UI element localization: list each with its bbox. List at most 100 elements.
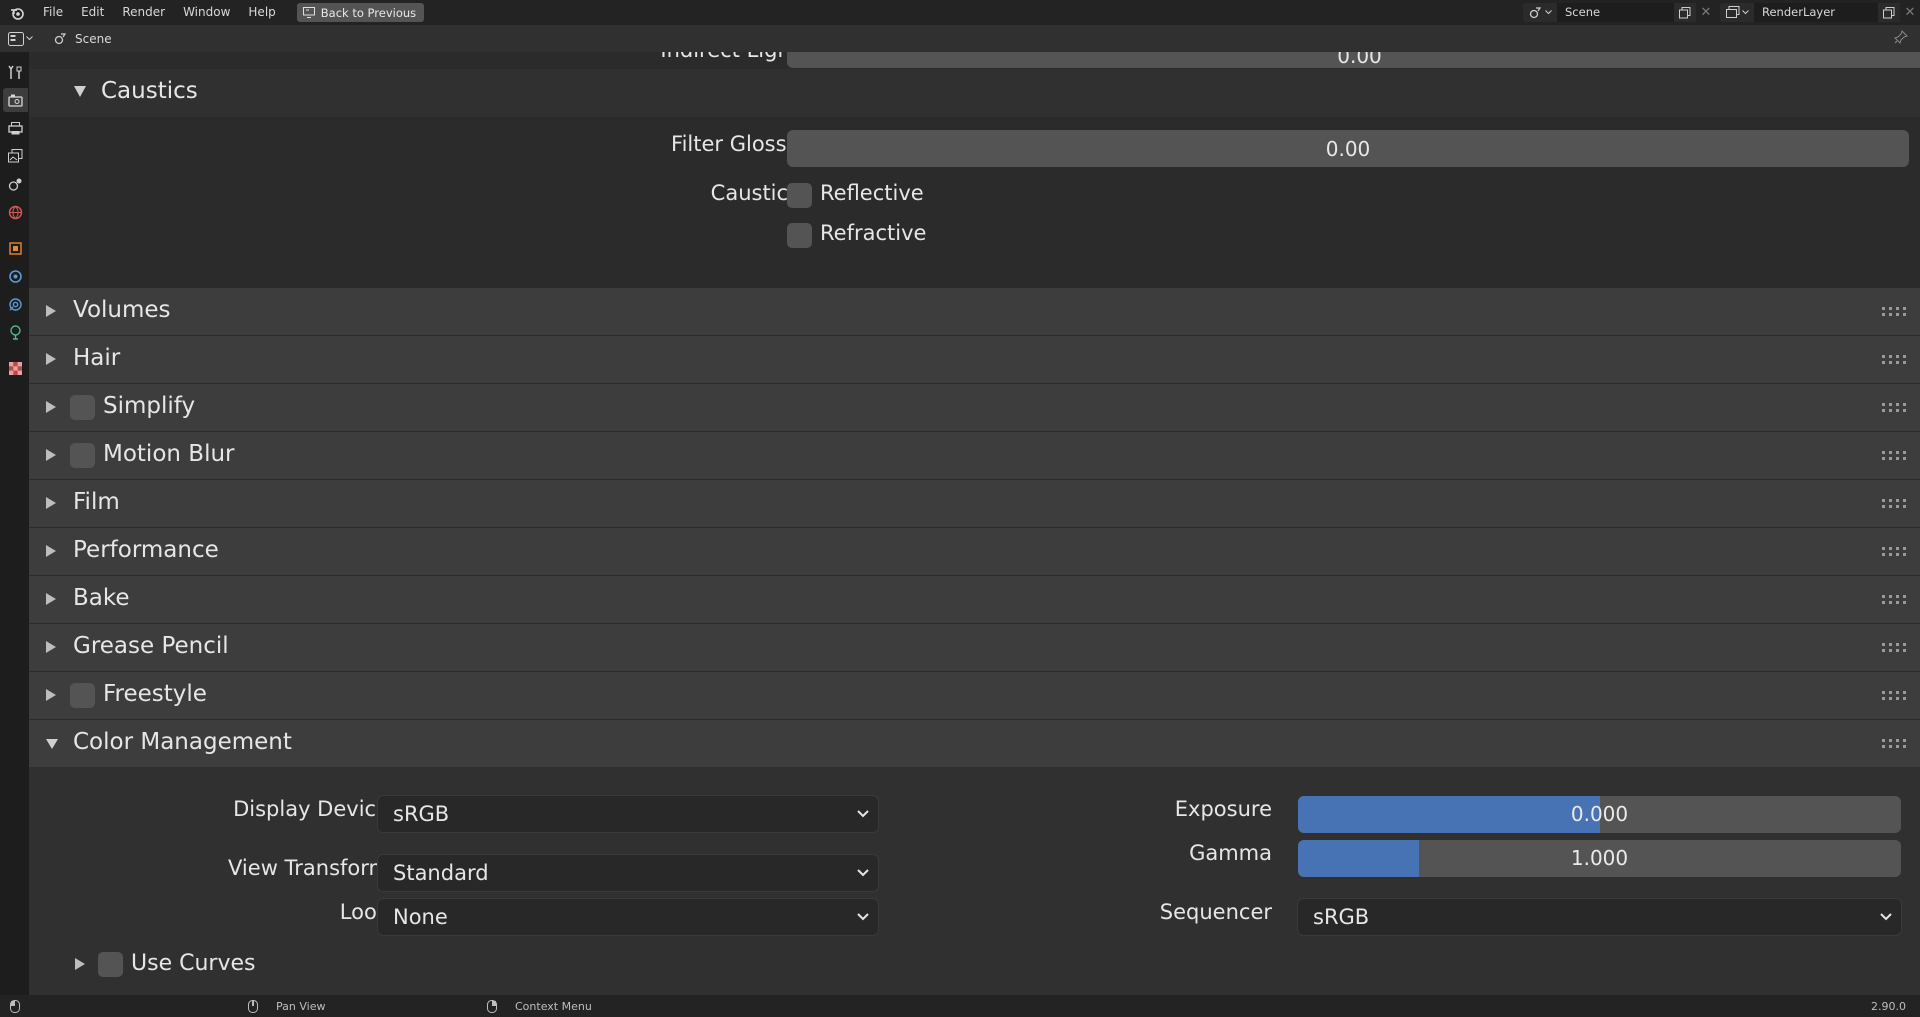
view-layer-tab-icon[interactable]: [3, 144, 28, 168]
filter-glossy-value: 0.00: [1325, 136, 1371, 161]
object-data-tab-icon[interactable]: [3, 320, 28, 344]
expand-arrow-right-icon: [46, 641, 56, 653]
display-device-dropdown[interactable]: sRGB: [377, 795, 879, 833]
expand-arrow-right-icon: [46, 689, 56, 701]
drag-handle-icon[interactable]: [1882, 546, 1910, 558]
use-curves-subpanel-header[interactable]: Use Curves: [29, 943, 1920, 987]
panel-grease-pencil[interactable]: Grease Pencil: [29, 624, 1920, 671]
output-tab-icon[interactable]: [3, 116, 28, 140]
scene-icon[interactable]: [1523, 3, 1557, 22]
panel-motion-blur[interactable]: Motion Blur: [29, 432, 1920, 479]
chevron-down-icon: [857, 913, 869, 921]
panel-performance-title: Performance: [73, 537, 219, 563]
physics-tab-icon[interactable]: [3, 292, 28, 316]
reflective-checkbox[interactable]: [787, 183, 812, 208]
modifier-tab-icon[interactable]: [3, 264, 28, 288]
scene-selector[interactable]: Scene ✕: [1523, 3, 1716, 22]
sequencer-dropdown[interactable]: sRGB: [1297, 898, 1902, 936]
look-dropdown[interactable]: None: [377, 898, 879, 936]
menu-file[interactable]: File: [34, 0, 72, 25]
expand-arrow-right-icon: [75, 958, 85, 970]
properties-editor-icon: [7, 31, 24, 46]
caustics-subpanel-header[interactable]: Caustics: [29, 69, 1920, 117]
view-transform-dropdown[interactable]: Standard: [377, 854, 879, 892]
sequencer-value: sRGB: [1313, 905, 1370, 929]
object-tab-icon[interactable]: [3, 236, 28, 260]
panel-hair-title: Hair: [73, 345, 121, 371]
filter-glossy-field[interactable]: 0.00: [787, 130, 1909, 167]
drag-handle-icon[interactable]: [1882, 450, 1910, 462]
expand-arrow-right-icon: [46, 449, 56, 461]
freestyle-checkbox[interactable]: [70, 683, 95, 708]
texture-tab-icon[interactable]: [3, 356, 28, 380]
breadcrumb: Scene: [54, 32, 112, 46]
panel-hair[interactable]: Hair: [29, 336, 1920, 383]
menu-render[interactable]: Render: [113, 0, 174, 25]
chevron-down-icon: [1880, 913, 1892, 921]
drag-handle-icon[interactable]: [1882, 642, 1910, 654]
drag-handle-icon[interactable]: [1882, 498, 1910, 510]
panel-freestyle[interactable]: Freestyle: [29, 672, 1920, 719]
view-transform-value: Standard: [393, 861, 489, 885]
drag-handle-icon[interactable]: [1882, 354, 1910, 366]
render-tab-icon[interactable]: [3, 88, 28, 112]
gamma-value: 1.000: [1570, 846, 1629, 870]
refractive-label[interactable]: Refractive: [820, 221, 926, 245]
caustics-subpanel-body: Filter Glossy 0.00 Caustics Reflective R…: [29, 117, 1920, 288]
exposure-slider[interactable]: 0.000: [1298, 796, 1901, 833]
motion-blur-checkbox[interactable]: [70, 443, 95, 468]
panel-motion-blur-title: Motion Blur: [103, 441, 235, 467]
tool-tab-icon[interactable]: [3, 60, 28, 84]
panel-grease-pencil-title: Grease Pencil: [73, 633, 229, 659]
simplify-checkbox[interactable]: [70, 395, 95, 420]
back-to-previous-label: Back to Previous: [320, 5, 417, 20]
world-tab-icon[interactable]: [3, 200, 28, 224]
panel-performance[interactable]: Performance: [29, 528, 1920, 575]
drag-handle-icon[interactable]: [1882, 402, 1910, 414]
scene-name-field[interactable]: Scene: [1557, 3, 1674, 22]
pan-view-label: Pan View: [276, 999, 326, 1013]
breadcrumb-scene: Scene: [75, 31, 112, 46]
delete-scene-icon[interactable]: ✕: [1696, 3, 1716, 22]
status-bar: Pan View Context Menu 2.90.0: [0, 995, 1920, 1017]
mouse-right-icon: [487, 999, 497, 1013]
menu-edit[interactable]: Edit: [72, 0, 113, 25]
pin-icon[interactable]: [1894, 30, 1908, 47]
panel-simplify-title: Simplify: [103, 393, 196, 419]
new-scene-icon[interactable]: [1674, 3, 1696, 22]
scene-tab-icon[interactable]: [3, 172, 28, 196]
view-transform-label: View Transform: [228, 856, 389, 880]
view-layer-selector[interactable]: RenderLayer ✕: [1720, 3, 1920, 22]
indirect-light-field[interactable]: 0.00: [787, 52, 1920, 68]
menu-window[interactable]: Window: [174, 0, 239, 25]
panel-simplify[interactable]: Simplify: [29, 384, 1920, 431]
drag-handle-icon[interactable]: [1882, 690, 1910, 702]
view-layer-name-field[interactable]: RenderLayer: [1754, 3, 1878, 22]
properties-editor-header: Scene: [0, 25, 1920, 52]
use-curves-checkbox[interactable]: [98, 952, 123, 977]
panel-color-management[interactable]: Color Management: [29, 720, 1920, 767]
gamma-slider[interactable]: 1.000: [1298, 840, 1901, 877]
blender-logo-icon[interactable]: [0, 0, 34, 25]
menu-help[interactable]: Help: [239, 0, 284, 25]
expand-arrow-right-icon: [46, 545, 56, 557]
color-management-body: Display Device sRGB View Transform Stand…: [29, 767, 1920, 995]
panel-volumes-title: Volumes: [73, 297, 171, 323]
reflective-label[interactable]: Reflective: [820, 181, 924, 205]
panel-volumes[interactable]: Volumes: [29, 288, 1920, 335]
editor-type-menu[interactable]: [0, 28, 40, 50]
new-view-layer-icon[interactable]: [1878, 3, 1900, 22]
delete-view-layer-icon[interactable]: ✕: [1900, 3, 1920, 22]
drag-handle-icon[interactable]: [1882, 738, 1910, 750]
use-curves-label: Use Curves: [131, 951, 256, 976]
indirect-light-label: Indirect Light: [660, 52, 799, 62]
caustics-label: Caustics: [710, 181, 799, 205]
drag-handle-icon[interactable]: [1882, 594, 1910, 606]
panel-bake[interactable]: Bake: [29, 576, 1920, 623]
back-to-previous-button[interactable]: Back to Previous: [296, 3, 425, 22]
panel-film[interactable]: Film: [29, 480, 1920, 527]
refractive-checkbox[interactable]: [787, 223, 812, 248]
mouse-middle-icon: [248, 999, 258, 1013]
drag-handle-icon[interactable]: [1882, 306, 1910, 318]
view-layer-icon[interactable]: [1720, 3, 1754, 22]
